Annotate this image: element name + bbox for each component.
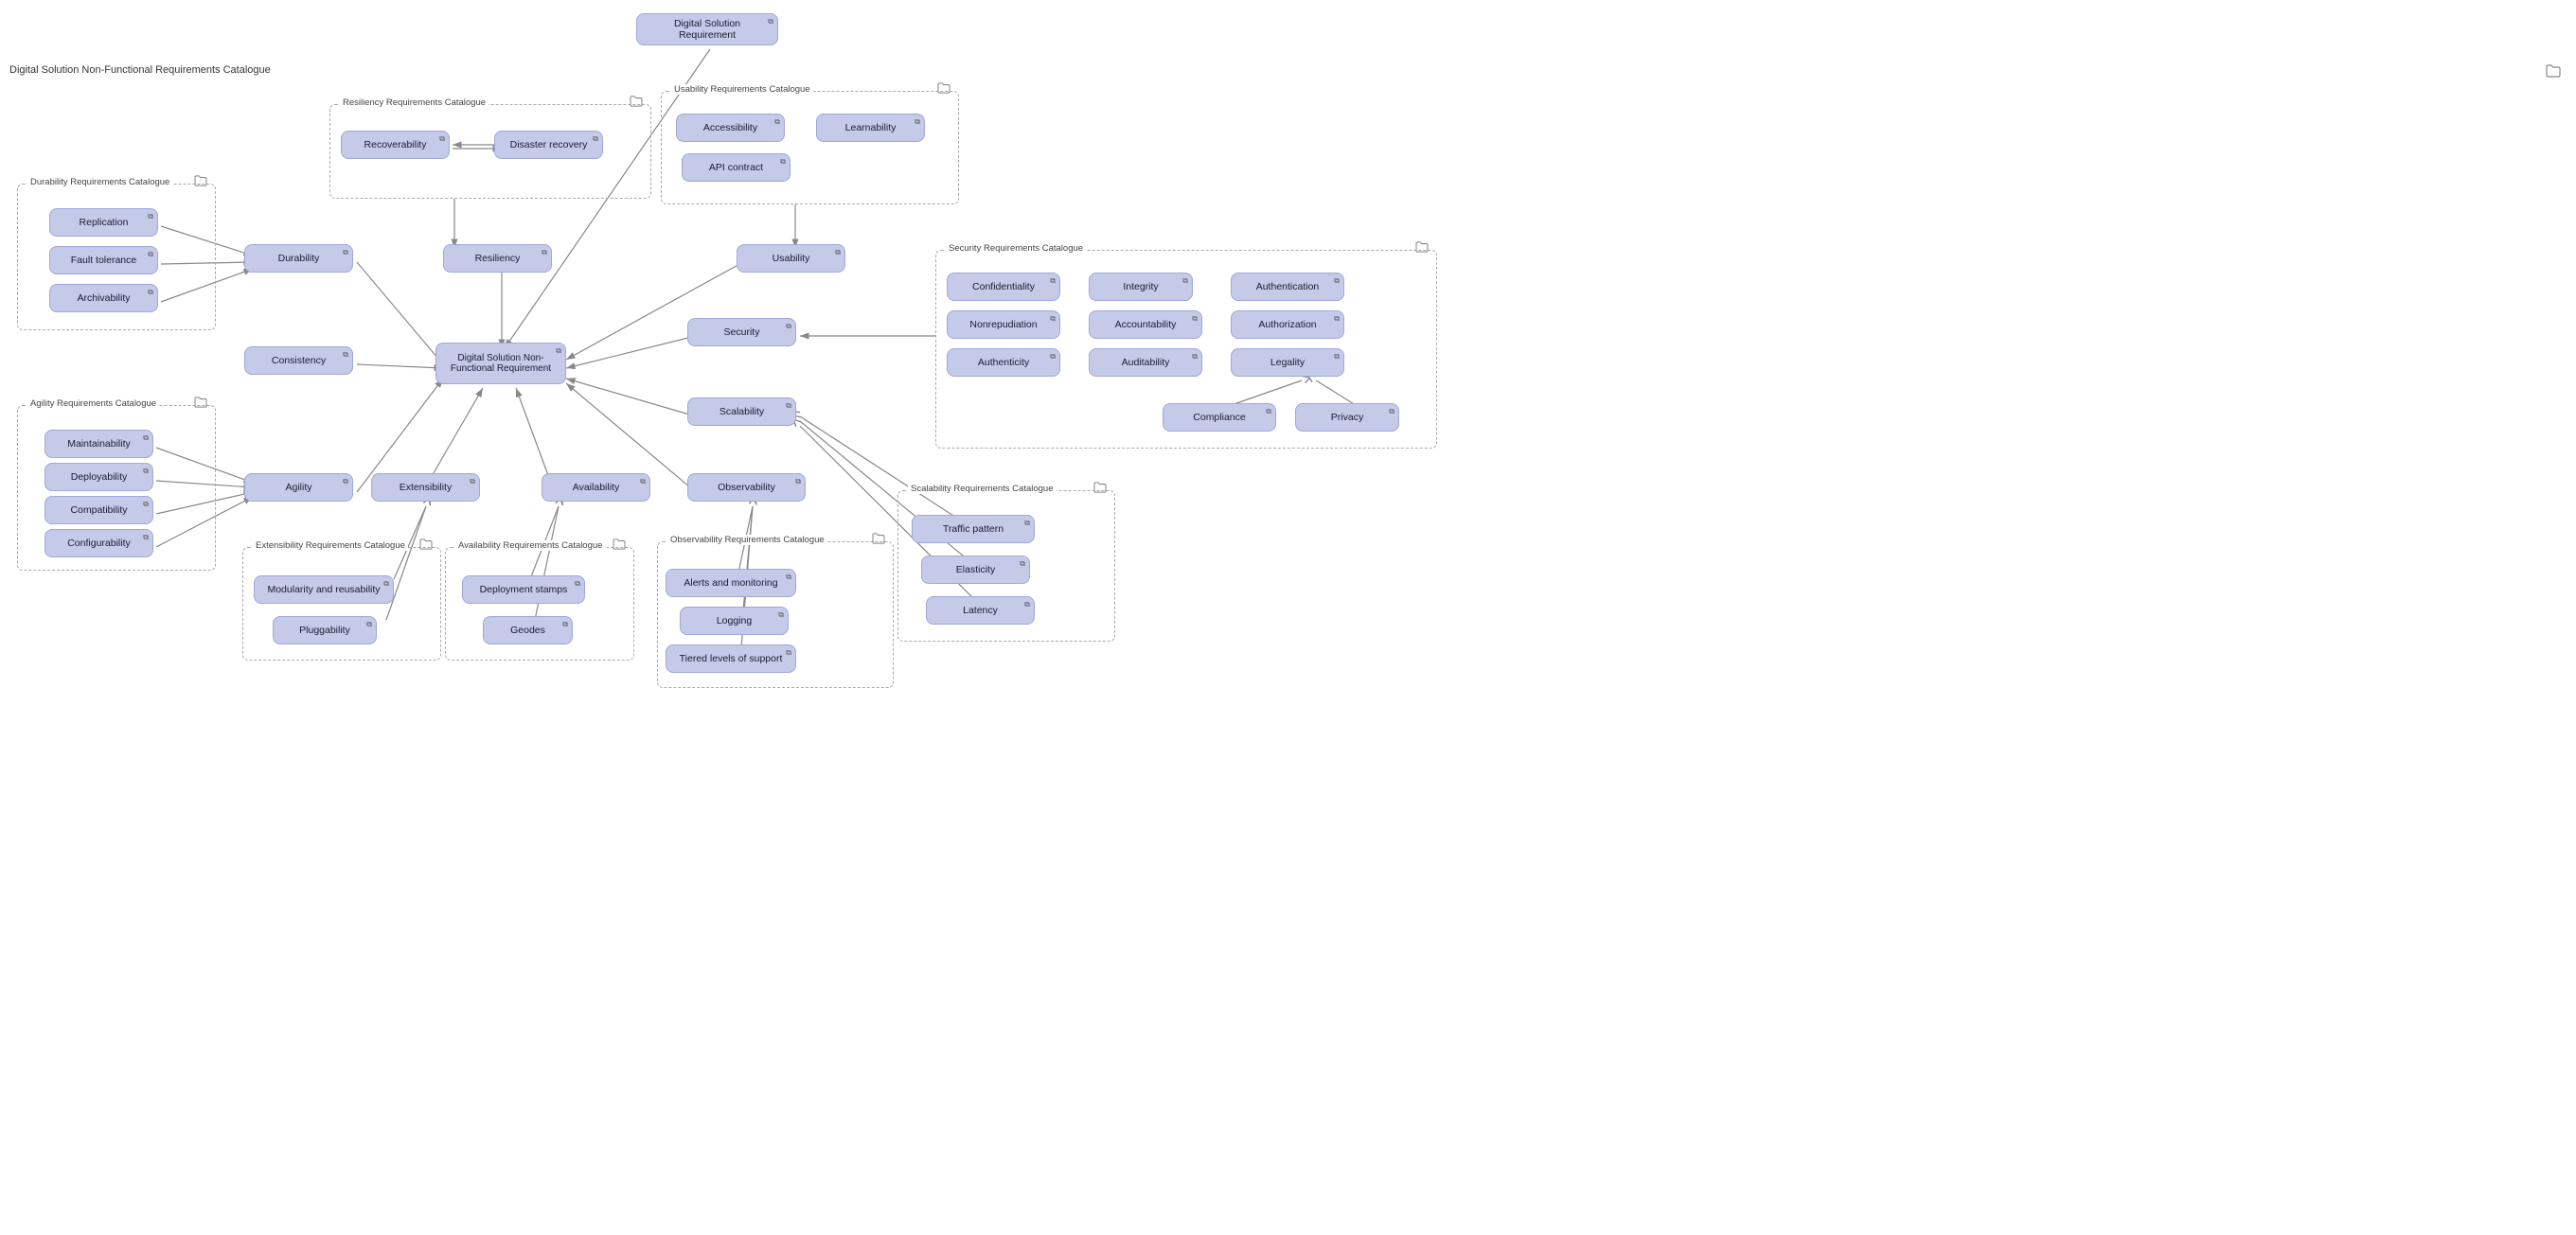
archivability-node[interactable]: ⧉ Archivability [49,284,158,312]
pluggability-node[interactable]: ⧉ Pluggability [273,616,377,644]
scalability-catalogue-title: Scalability Requirements Catalogue [908,484,1057,494]
durability-catalogue-folder[interactable] [194,175,207,189]
geodes-node[interactable]: ⧉ Geodes [483,616,573,644]
extensibility-catalogue-title: Extensibility Requirements Catalogue [253,540,408,551]
resiliency-catalogue-folder[interactable] [630,96,643,110]
authenticity-node[interactable]: ⧉ Authenticity [947,348,1060,377]
authorization-node[interactable]: ⧉ Authorization [1231,310,1344,339]
agility-catalogue-title: Agility Requirements Catalogue [27,398,159,409]
usability-node[interactable]: ⧉ Usability [737,244,845,273]
accountability-node[interactable]: ⧉ Accountability [1089,310,1202,339]
disaster-recovery-node[interactable]: ⧉ Disaster recovery [494,131,603,159]
recoverability-node[interactable]: ⧉ Recoverability [341,131,450,159]
consistency-node[interactable]: ⧉ Consistency [244,346,353,375]
observability-catalogue-folder[interactable] [872,533,885,547]
fault-tolerance-node[interactable]: ⧉ Fault tolerance [49,246,158,274]
api-contract-node[interactable]: ⧉ API contract [682,153,791,182]
latency-node[interactable]: ⧉ Latency [926,596,1035,625]
resiliency-node[interactable]: ⧉ Resiliency [443,244,552,273]
copy-icon: ⧉ [768,17,773,26]
durability-catalogue-title: Durability Requirements Catalogue [27,177,172,187]
resiliency-catalogue-title: Resiliency Requirements Catalogue [340,97,489,108]
top-right-folder-icon[interactable] [2546,64,2561,80]
deployment-stamps-node[interactable]: ⧉ Deployment stamps [462,575,585,604]
maintainability-node[interactable]: ⧉ Maintainability [44,430,153,458]
nonrepudiation-node[interactable]: ⧉ Nonrepudiation [947,310,1060,339]
security-node[interactable]: ⧉ Security [687,318,796,346]
observability-catalogue-title: Observability Requirements Catalogue [667,535,827,545]
usability-catalogue: Usability Requirements Catalogue [661,91,959,204]
confidentiality-node[interactable]: ⧉ Confidentiality [947,273,1060,301]
auditability-node[interactable]: ⧉ Auditability [1089,348,1202,377]
alerts-monitoring-node[interactable]: ⧉ Alerts and monitoring [666,569,796,597]
observability-node[interactable]: ⧉ Observability [687,473,806,502]
authentication-node[interactable]: ⧉ Authentication [1231,273,1344,301]
extensibility-node[interactable]: ⧉ Extensibility [371,473,480,502]
tiered-support-node[interactable]: ⧉ Tiered levels of support [666,644,796,673]
page-title: Digital Solution Non-Functional Requirem… [9,64,271,76]
traffic-pattern-node[interactable]: ⧉ Traffic pattern [912,515,1035,543]
integrity-node[interactable]: ⧉ Integrity [1089,273,1193,301]
agility-node[interactable]: ⧉ Agility [244,473,353,502]
scalability-node[interactable]: ⧉ Scalability [687,397,796,426]
compliance-node[interactable]: ⧉ Compliance [1163,403,1276,432]
usability-catalogue-title: Usability Requirements Catalogue [671,84,813,95]
deployability-node[interactable]: ⧉ Deployability [44,463,153,491]
compatibility-node[interactable]: ⧉ Compatibility [44,496,153,524]
extensibility-catalogue-folder[interactable] [419,538,433,553]
privacy-node[interactable]: ⧉ Privacy [1295,403,1399,432]
digital-solution-req-node[interactable]: ⧉ Digital Solution Requirement [636,13,778,45]
copy-icon-nf: ⧉ [556,346,561,356]
replication-node[interactable]: ⧉ Replication [49,208,158,237]
legality-node[interactable]: ⧉ Legality [1231,348,1344,377]
availability-catalogue-folder[interactable] [613,538,626,553]
logging-node[interactable]: ⧉ Logging [680,607,789,635]
durability-node[interactable]: ⧉ Durability [244,244,353,273]
usability-catalogue-folder[interactable] [937,82,950,97]
availability-catalogue-title: Availability Requirements Catalogue [455,540,605,551]
digital-solution-nf-node[interactable]: ⧉ Digital Solution Non-Functional Requir… [435,343,566,384]
modularity-node[interactable]: ⧉ Modularity and reusability [254,575,394,604]
learnability-node[interactable]: ⧉ Learnability [816,114,925,142]
configurability-node[interactable]: ⧉ Configurability [44,529,153,557]
agility-catalogue-folder[interactable] [194,397,207,411]
availability-node[interactable]: ⧉ Availability [542,473,650,502]
elasticity-node[interactable]: ⧉ Elasticity [921,556,1030,584]
security-catalogue-folder[interactable] [1415,241,1429,256]
scalability-catalogue-folder[interactable] [1093,482,1107,496]
security-catalogue-title: Security Requirements Catalogue [946,243,1086,254]
accessibility-node[interactable]: ⧉ Accessibility [676,114,785,142]
